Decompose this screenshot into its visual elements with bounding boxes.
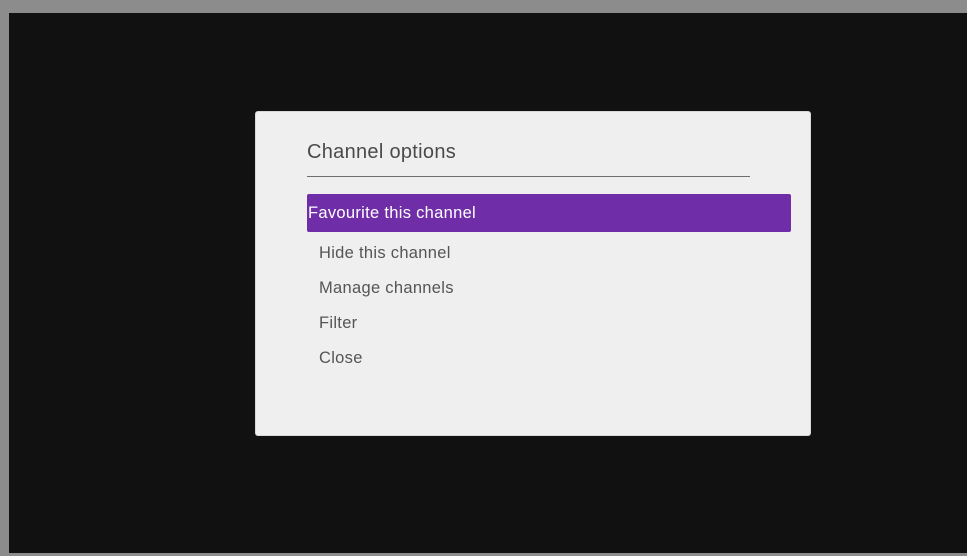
- menu-item-manage-channels[interactable]: Manage channels: [307, 271, 791, 306]
- menu-item-favourite-channel[interactable]: Favourite this channel: [307, 194, 791, 232]
- title-divider: [307, 176, 750, 177]
- channel-options-dialog: Channel options Favourite this channel H…: [256, 112, 810, 435]
- menu-item-hide-channel[interactable]: Hide this channel: [307, 236, 791, 271]
- dialog-title: Channel options: [307, 141, 457, 163]
- tv-frame: Channel options Favourite this channel H…: [0, 0, 967, 556]
- menu-item-filter[interactable]: Filter: [307, 306, 791, 341]
- menu-item-close[interactable]: Close: [307, 341, 791, 376]
- channel-options-menu: Favourite this channel Hide this channel…: [307, 194, 791, 376]
